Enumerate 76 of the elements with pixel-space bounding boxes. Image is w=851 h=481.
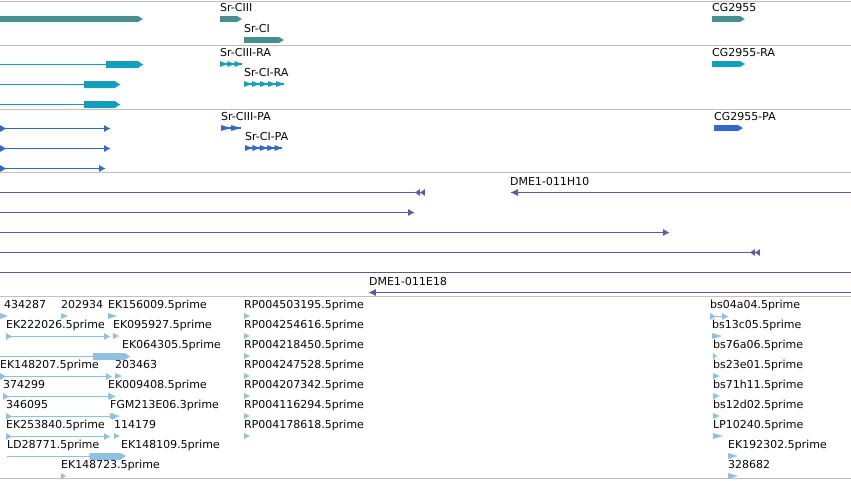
feature-label: RP004178618.5prime	[244, 418, 364, 431]
feature-label: Sr-CI-PA	[245, 130, 288, 143]
feature-glyph	[244, 80, 284, 88]
feature-glyph	[220, 15, 242, 23]
feature-label: RP004116294.5prime	[244, 398, 364, 411]
feature-label: bs71h11.5prime	[713, 378, 804, 391]
feature-glyph	[710, 312, 728, 320]
feature-glyph	[220, 60, 242, 68]
feature-glyph	[61, 472, 66, 480]
feature-glyph	[114, 432, 120, 440]
feature-label: Sr-CIII-PA	[221, 110, 271, 123]
feature-glyph	[712, 60, 745, 68]
feature-glyph	[713, 412, 720, 420]
feature-glyph	[713, 432, 723, 440]
feature-label: EK009408.5prime	[108, 378, 207, 391]
feature-label: EK156009.5prime	[108, 298, 207, 311]
feature-glyph	[244, 312, 250, 320]
feature-label: LP10240.5prime	[713, 418, 804, 431]
feature-label: 434287	[4, 298, 46, 311]
feature-label: RP004207342.5prime	[244, 378, 364, 391]
feature-label: LD28771.5prime	[7, 438, 100, 451]
feature-label: Sr-CI-RA	[244, 66, 288, 79]
feature-glyph	[714, 124, 743, 132]
feature-glyph	[113, 332, 119, 340]
feature-label: RP004218450.5prime	[244, 338, 364, 351]
feature-label: DME1-011E18	[369, 275, 447, 288]
feature-glyph	[244, 392, 250, 400]
feature-label: EK148723.5prime	[61, 458, 160, 471]
feature-label: CG2955	[712, 1, 756, 14]
feature-glyph	[244, 332, 250, 340]
feature-label: Sr-CIII	[220, 1, 252, 14]
feature-label: Sr-CI	[244, 22, 270, 35]
feature-glyph	[61, 312, 68, 320]
feature-label: FGM213E06.3prime	[110, 398, 219, 411]
feature-label: 203463	[115, 358, 157, 371]
feature-glyph	[712, 332, 722, 340]
feature-label: 202934	[61, 298, 103, 311]
feature-label: EK148207.5prime	[0, 358, 99, 371]
feature-label: bs12d02.5prime	[713, 398, 804, 411]
feature-label: CG2955-RA	[712, 46, 775, 59]
feature-glyph	[108, 312, 117, 320]
feature-label: bs23e01.5prime	[713, 358, 804, 371]
feature-label: EK095927.5prime	[113, 318, 212, 331]
feature-label: EK064305.5prime	[122, 338, 221, 351]
feature-label: RP004503195.5prime	[244, 298, 364, 311]
feature-label: RP004254616.5prime	[244, 318, 364, 331]
feature-label: EK192302.5prime	[728, 438, 827, 451]
feature-glyph	[728, 472, 738, 480]
feature-glyph	[245, 144, 282, 152]
feature-label: CG2955-PA	[714, 110, 776, 123]
feature-glyph	[244, 36, 284, 44]
feature-label: EK222026.5prime	[6, 318, 105, 331]
feature-label: 374299	[3, 378, 45, 391]
feature-label: bs04a04.5prime	[710, 298, 800, 311]
feature-glyph	[244, 432, 250, 440]
feature-glyph	[713, 352, 717, 360]
feature-label: EK148109.5prime	[121, 438, 220, 451]
feature-glyph	[713, 392, 720, 400]
feature-label: 346095	[6, 398, 48, 411]
feature-label: DME1-011H10	[510, 175, 590, 188]
feature-glyph	[244, 352, 250, 360]
feature-label: EK253840.5prime	[6, 418, 105, 431]
feature-glyph	[244, 372, 250, 380]
feature-glyph	[221, 124, 241, 132]
feature-label: 328682	[728, 458, 770, 471]
feature-glyph	[712, 15, 745, 23]
feature-label: 114179	[114, 418, 156, 431]
feature-label: bs13c05.5prime	[712, 318, 802, 331]
feature-glyph	[728, 452, 738, 460]
feature-label: RP004247528.5prime	[244, 358, 364, 371]
feature-glyph	[115, 372, 122, 380]
feature-label: Sr-CIII-RA	[220, 46, 271, 59]
feature-label: bs76a06.5prime	[713, 338, 803, 351]
feature-glyph	[244, 412, 250, 420]
feature-glyph	[0, 312, 8, 320]
feature-glyph	[713, 372, 720, 380]
